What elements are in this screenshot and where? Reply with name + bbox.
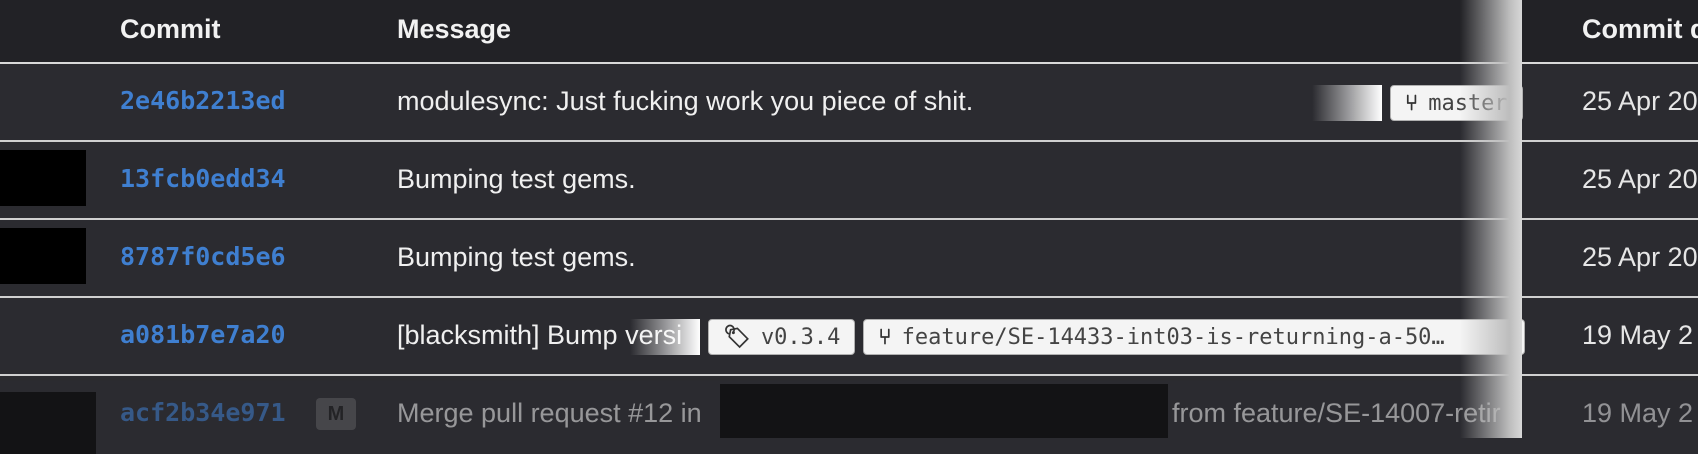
ref-fade [1312, 85, 1382, 121]
commit-message-suffix[interactable]: from feature/SE-14007-retir [1172, 398, 1501, 429]
tag-icon: 🏷 [723, 324, 751, 350]
ref-fade [630, 319, 700, 355]
branch-icon: ⑂ [878, 324, 892, 350]
commit-date: 25 Apr 20 [1582, 242, 1698, 272]
branch-label[interactable]: ⑂ feature/SE-14433-int03-is-returning-a-… [863, 319, 1526, 355]
avatar [0, 392, 96, 454]
column-header-message[interactable]: Message [397, 14, 511, 45]
branch-name: feature/SE-14433-int03-is-returning-a-50… [901, 324, 1445, 350]
column-header-commit-date[interactable]: Commit d [1582, 14, 1698, 45]
tag-label[interactable]: 🏷 v0.3.4 [708, 319, 856, 355]
ref-labels: 🏷 v0.3.4 ⑂ feature/SE-14433-int03-is-ret… [630, 318, 1526, 356]
avatar [0, 150, 86, 206]
branch-label[interactable]: ⑂ master [1390, 85, 1523, 121]
commit-date: 25 Apr 20 [1582, 86, 1698, 116]
commit-date: 19 May 2 [1582, 398, 1694, 428]
commit-hash-link[interactable]: 2e46b2213ed [120, 86, 286, 115]
table-row[interactable]: 2e46b2213ed modulesync: Just fucking wor… [0, 64, 1698, 142]
commit-hash-link[interactable]: 13fcb0edd34 [120, 164, 286, 193]
commit-date: 25 Apr 20 [1582, 164, 1698, 194]
table-row[interactable]: a081b7e7a20 [blacksmith] Bump versi 🏷 v0… [0, 298, 1698, 376]
commit-hash-link[interactable]: acf2b34e971 [120, 398, 286, 427]
table-row[interactable]: acf2b34e971 M Merge pull request #12 in … [0, 376, 1698, 454]
commit-message-prefix[interactable]: Merge pull request #12 in [397, 398, 702, 429]
table-header: Commit Message Commit d [0, 0, 1698, 64]
redaction-block [720, 384, 1168, 438]
branch-name: master [1428, 90, 1508, 116]
tag-name: v0.3.4 [760, 324, 841, 350]
merge-badge: M [316, 398, 356, 430]
commit-hash-link[interactable]: a081b7e7a20 [120, 320, 286, 349]
commit-message[interactable]: Bumping test gems. [397, 164, 636, 195]
commit-message[interactable]: Bumping test gems. [397, 242, 636, 273]
table-row[interactable]: 8787f0cd5e6 Bumping test gems. 25 Apr 20 [0, 220, 1698, 298]
avatar [0, 228, 86, 284]
commit-hash-link[interactable]: 8787f0cd5e6 [120, 242, 286, 271]
table-row[interactable]: 13fcb0edd34 Bumping test gems. 25 Apr 20 [0, 142, 1698, 220]
ref-labels: ⑂ master [1312, 84, 1523, 122]
branch-icon: ⑂ [1405, 90, 1419, 116]
commit-message[interactable]: modulesync: Just fucking work you piece … [397, 86, 973, 117]
column-header-commit[interactable]: Commit [120, 14, 221, 45]
commit-date: 19 May 2 [1582, 320, 1694, 350]
